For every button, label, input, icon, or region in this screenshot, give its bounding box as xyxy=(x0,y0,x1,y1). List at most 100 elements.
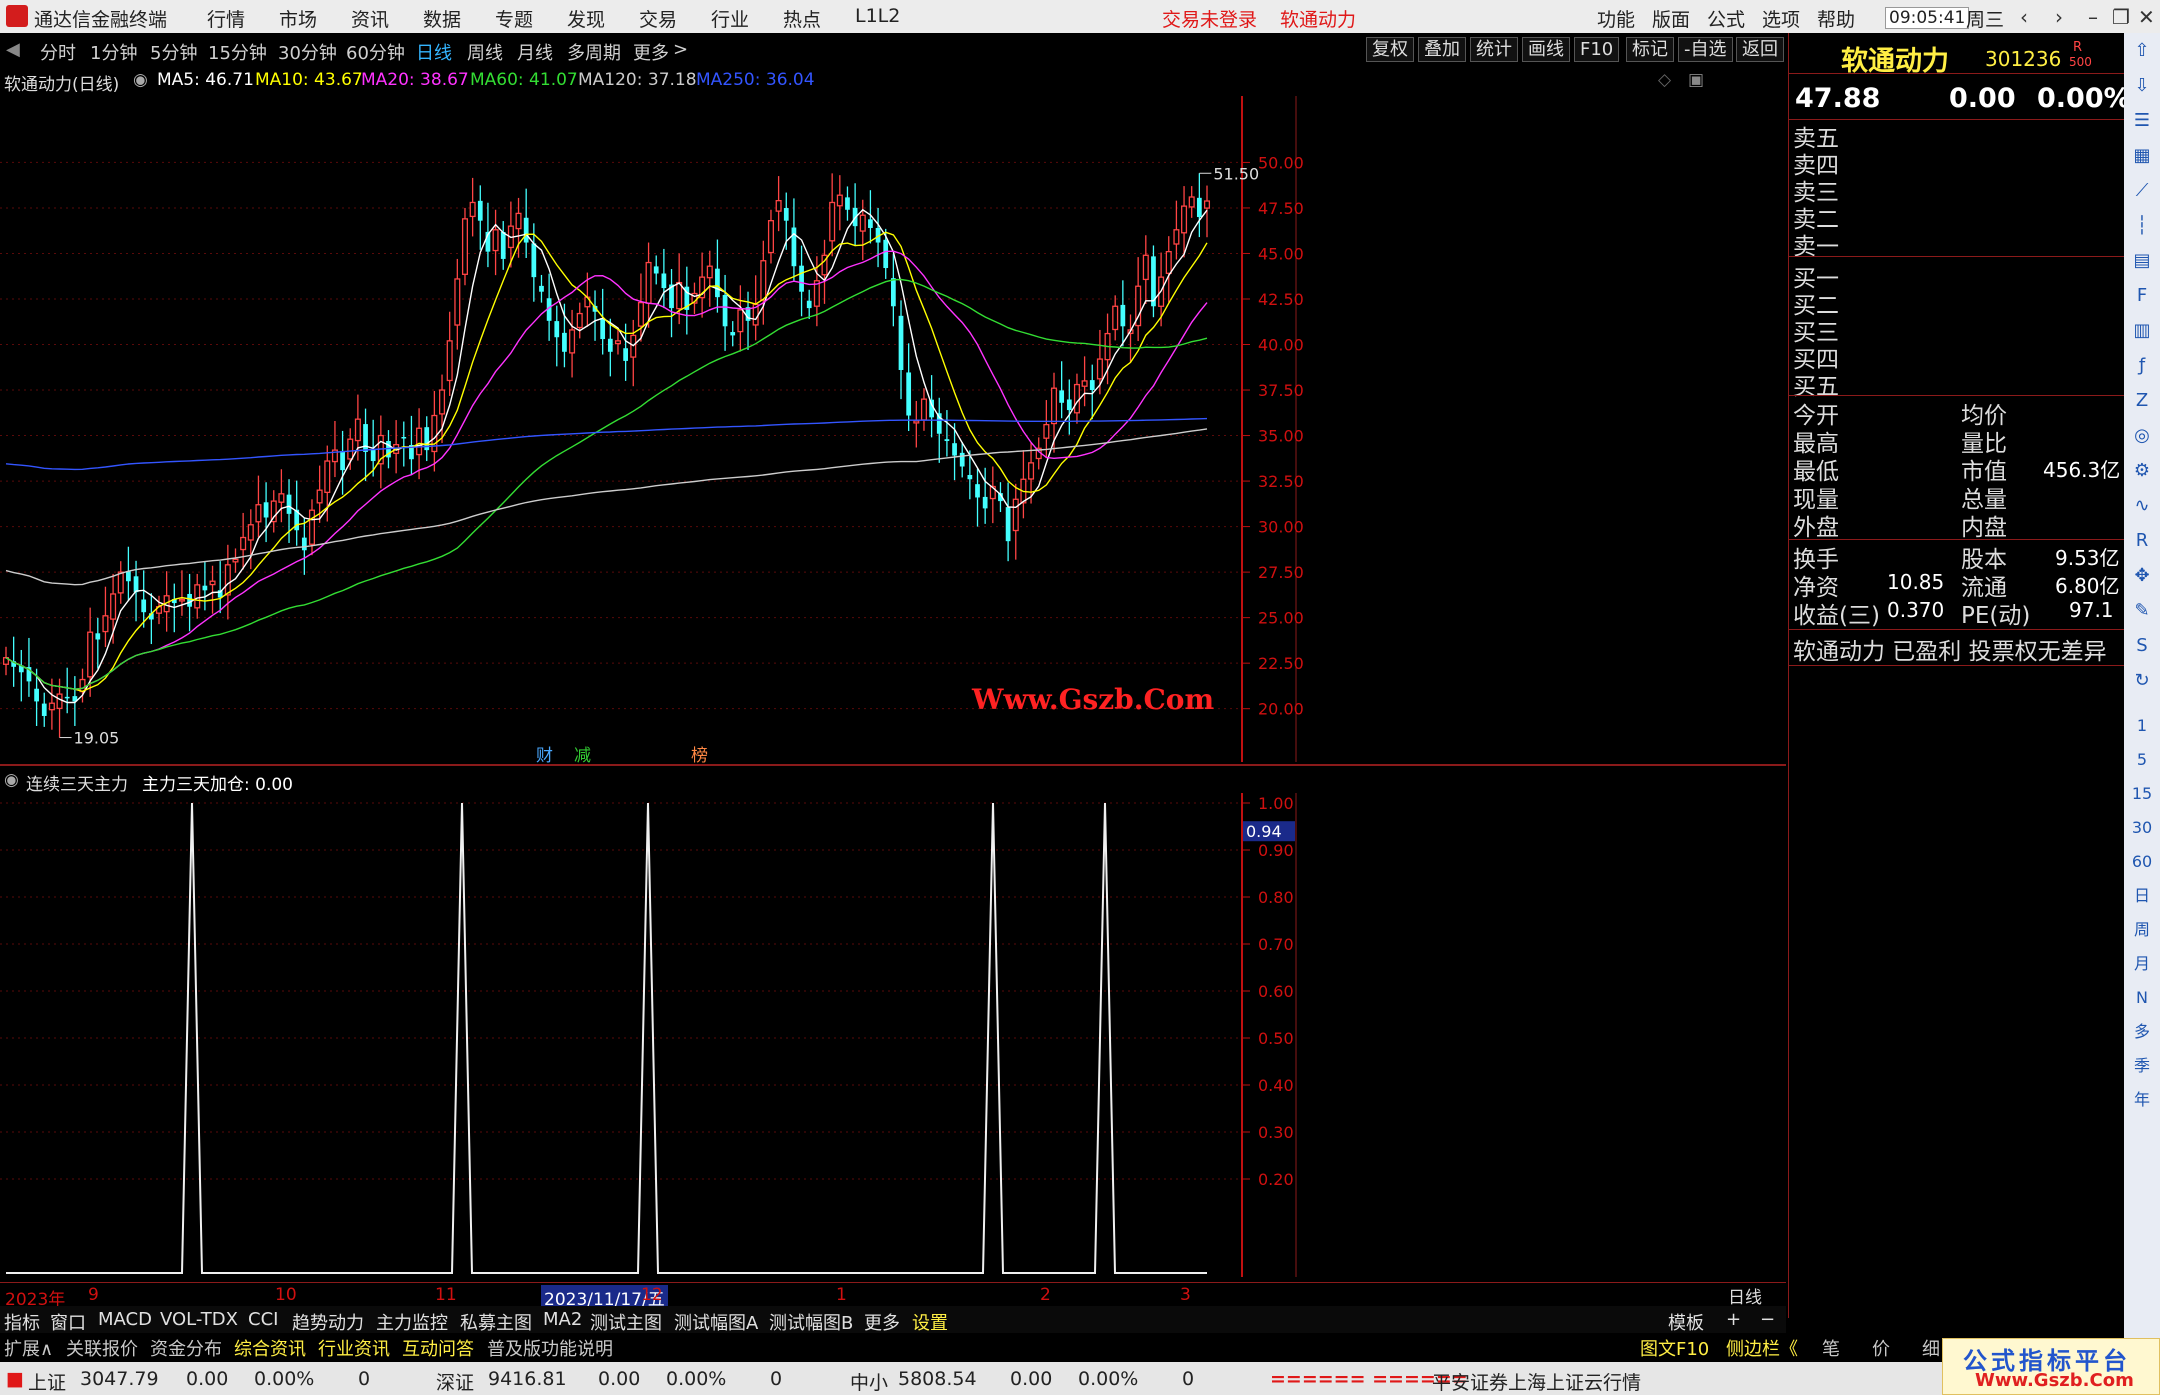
candle-body-down[interactable] xyxy=(715,268,720,298)
candle-body-up[interactable] xyxy=(515,212,522,230)
candle-body-down[interactable] xyxy=(340,450,345,471)
menu-item[interactable]: 数据 xyxy=(423,5,461,32)
candle-body-up[interactable] xyxy=(110,593,117,620)
tool-button[interactable]: -自选 xyxy=(1678,37,1733,62)
candle-body-up[interactable] xyxy=(859,214,866,232)
index-name[interactable]: 中小 xyxy=(850,1368,888,1395)
fs-icon[interactable]: S xyxy=(2130,634,2154,658)
candle-body-up[interactable] xyxy=(347,438,354,460)
event-marker-rank[interactable]: 榜 xyxy=(691,741,708,766)
menu-item[interactable]: 发现 xyxy=(567,5,605,32)
menu-layout[interactable]: 版面 xyxy=(1652,5,1690,32)
indicator-chart[interactable]: 1.00 0.90 0.80 0.70 0.60 0.50 0.40 0.30 0.20 0.94 xyxy=(0,793,1786,1277)
menu-formula[interactable]: 公式 xyxy=(1707,5,1745,32)
candle-body-down[interactable] xyxy=(370,448,376,462)
menu-item[interactable]: 资讯 xyxy=(351,5,389,32)
candle-body-down[interactable] xyxy=(883,239,889,269)
candle-body-up[interactable] xyxy=(1203,200,1211,209)
add-pane-button[interactable]: + xyxy=(1726,1309,1741,1330)
indicator-tab[interactable]: 趋势动力 xyxy=(292,1309,364,1335)
sidebar-period-11[interactable]: 季 xyxy=(2130,1054,2154,1078)
news-icon[interactable]: ▤ xyxy=(2130,249,2154,273)
settings-circle-icon[interactable]: ◉ xyxy=(4,770,19,790)
f10-icon[interactable]: F xyxy=(2130,284,2154,308)
indicator-tab[interactable]: 指标 xyxy=(4,1309,40,1335)
candle-icon[interactable]: ┆ xyxy=(2130,214,2154,238)
candle-body-up[interactable] xyxy=(469,201,476,218)
candle-body-up[interactable] xyxy=(1043,423,1050,439)
gear-icon[interactable]: ⚙ xyxy=(2130,459,2154,483)
candle-body-down[interactable] xyxy=(401,437,407,439)
candle-body-up[interactable] xyxy=(354,418,361,442)
table-icon[interactable]: ▥ xyxy=(2130,319,2154,343)
grid-icon[interactable]: ▦ xyxy=(2130,144,2154,168)
candle-body-up[interactable] xyxy=(1050,387,1058,425)
candle-body-up[interactable] xyxy=(178,598,185,602)
candle-body-down[interactable] xyxy=(600,318,606,340)
candle-body-down[interactable] xyxy=(34,688,39,702)
indicator-tab-settings[interactable]: 设置 xyxy=(912,1309,948,1335)
candle-body-up[interactable] xyxy=(1142,254,1149,281)
candle-body-up[interactable] xyxy=(676,281,683,310)
sidebar-toggle-tab[interactable]: 侧边栏《 xyxy=(1726,1335,1798,1361)
template-button[interactable]: 模板 xyxy=(1668,1309,1704,1335)
ext-tab[interactable]: 关联报价 xyxy=(66,1335,138,1361)
candle-body-down[interactable] xyxy=(202,585,208,591)
candle-body-up[interactable] xyxy=(576,312,583,329)
candle-body-down[interactable] xyxy=(500,231,506,259)
candle-body-up[interactable] xyxy=(569,329,576,354)
candle-body-down[interactable] xyxy=(607,338,613,352)
candle-body-up[interactable] xyxy=(920,398,927,421)
menu-help[interactable]: 帮助 xyxy=(1817,5,1855,32)
tool-button[interactable]: F10 xyxy=(1574,37,1620,62)
candle-body-down[interactable] xyxy=(1066,399,1072,411)
candle-body-up[interactable] xyxy=(637,301,644,327)
indicator-tab[interactable]: CCI xyxy=(248,1309,278,1330)
ext-tab[interactable]: 综合资讯 xyxy=(234,1335,306,1361)
sidebar-period-2[interactable]: 5 xyxy=(2130,748,2154,772)
period-tab[interactable]: 15分钟 xyxy=(208,39,267,65)
candle-body-up[interactable] xyxy=(240,536,247,551)
candle-body-up[interactable] xyxy=(1073,383,1080,414)
candle-body-down[interactable] xyxy=(982,496,988,509)
candle-body-down[interactable] xyxy=(868,219,873,228)
candle-body-up[interactable] xyxy=(1012,498,1019,532)
candle-body-up[interactable] xyxy=(454,278,461,326)
indicator-tab[interactable]: 测试幅图A xyxy=(674,1309,758,1335)
candle-body-down[interactable] xyxy=(653,266,659,274)
candle-body-up[interactable] xyxy=(1165,250,1172,274)
candle-body-down[interactable] xyxy=(477,200,483,221)
candle-body-down[interactable] xyxy=(301,537,307,551)
status-message[interactable]: 平安证券上海上证云行情 xyxy=(1432,1368,1641,1395)
candle-body-down[interactable] xyxy=(263,502,269,518)
up-icon[interactable]: ⇧ xyxy=(2130,39,2154,63)
f10-graphic-tab[interactable]: 图文F10 xyxy=(1640,1335,1709,1361)
candle-body-down[interactable] xyxy=(845,197,850,210)
period-tab[interactable]: 5分钟 xyxy=(150,39,197,65)
f-icon[interactable]: ƒ xyxy=(2130,354,2154,378)
candle-body-up[interactable] xyxy=(645,261,652,304)
menu-item[interactable]: L1L2 xyxy=(855,5,900,27)
candle-body-down[interactable] xyxy=(64,696,70,699)
candle-body-down[interactable] xyxy=(722,294,728,327)
menu-function[interactable]: 功能 xyxy=(1597,5,1635,32)
candle-body-up[interactable] xyxy=(48,702,55,711)
candle-body-down[interactable] xyxy=(898,315,904,370)
candle-body-up[interactable] xyxy=(117,571,124,594)
indicator-tab[interactable]: 窗口 xyxy=(50,1309,86,1335)
candle-body-up[interactable] xyxy=(760,260,767,301)
candle-body-down[interactable] xyxy=(126,571,131,582)
ext-tab[interactable]: 行业资讯 xyxy=(318,1335,390,1361)
sidebar-period-8[interactable]: 月 xyxy=(2130,952,2154,976)
candle-body-up[interactable] xyxy=(79,678,86,693)
candle-body-down[interactable] xyxy=(952,443,957,456)
candle-body-up[interactable] xyxy=(913,420,920,424)
candle-body-up[interactable] xyxy=(194,584,201,609)
sidebar-period-3[interactable]: 15 xyxy=(2130,782,2154,806)
candle-body-down[interactable] xyxy=(554,321,560,338)
event-marker-finance[interactable]: 财 xyxy=(536,741,553,766)
candle-body-up[interactable] xyxy=(775,200,782,212)
detail-tab[interactable]: 细 xyxy=(1922,1335,1940,1361)
sidebar-period-7[interactable]: 周 xyxy=(2130,918,2154,942)
wave-icon[interactable]: ∿ xyxy=(2130,494,2154,518)
